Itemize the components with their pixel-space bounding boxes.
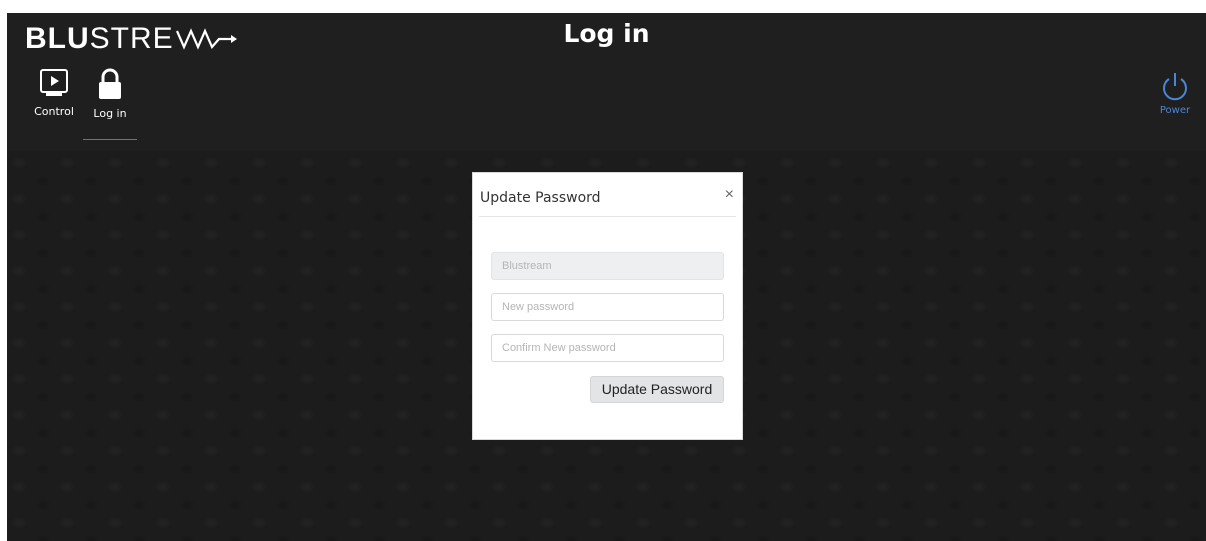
confirm-password-field[interactable] [491,334,724,362]
nav-item-label: Log in [93,107,127,120]
update-password-dialog: Update Password × Update Password [472,172,743,440]
tv-play-icon [40,69,68,96]
lock-icon [99,68,121,99]
power-icon [1163,73,1187,101]
username-field[interactable] [491,252,724,280]
dialog-title: Update Password [480,190,601,206]
active-tab-indicator [83,139,137,140]
header-bar: BLU STRE Log in Control Log in Power [7,13,1206,151]
power-button[interactable]: Power [1155,71,1195,116]
update-password-button[interactable]: Update Password [590,376,724,403]
dialog-divider [479,216,736,217]
nav-item-login[interactable]: Log in [83,68,137,140]
nav-item-control[interactable]: Control [29,68,79,118]
app-window: BLU STRE Log in Control Log in Power Upd… [7,13,1206,541]
new-password-field[interactable] [491,293,724,321]
page-title: Log in [563,19,650,48]
nav-item-label: Control [34,105,74,118]
power-label: Power [1159,105,1191,116]
close-icon[interactable]: × [725,187,734,203]
